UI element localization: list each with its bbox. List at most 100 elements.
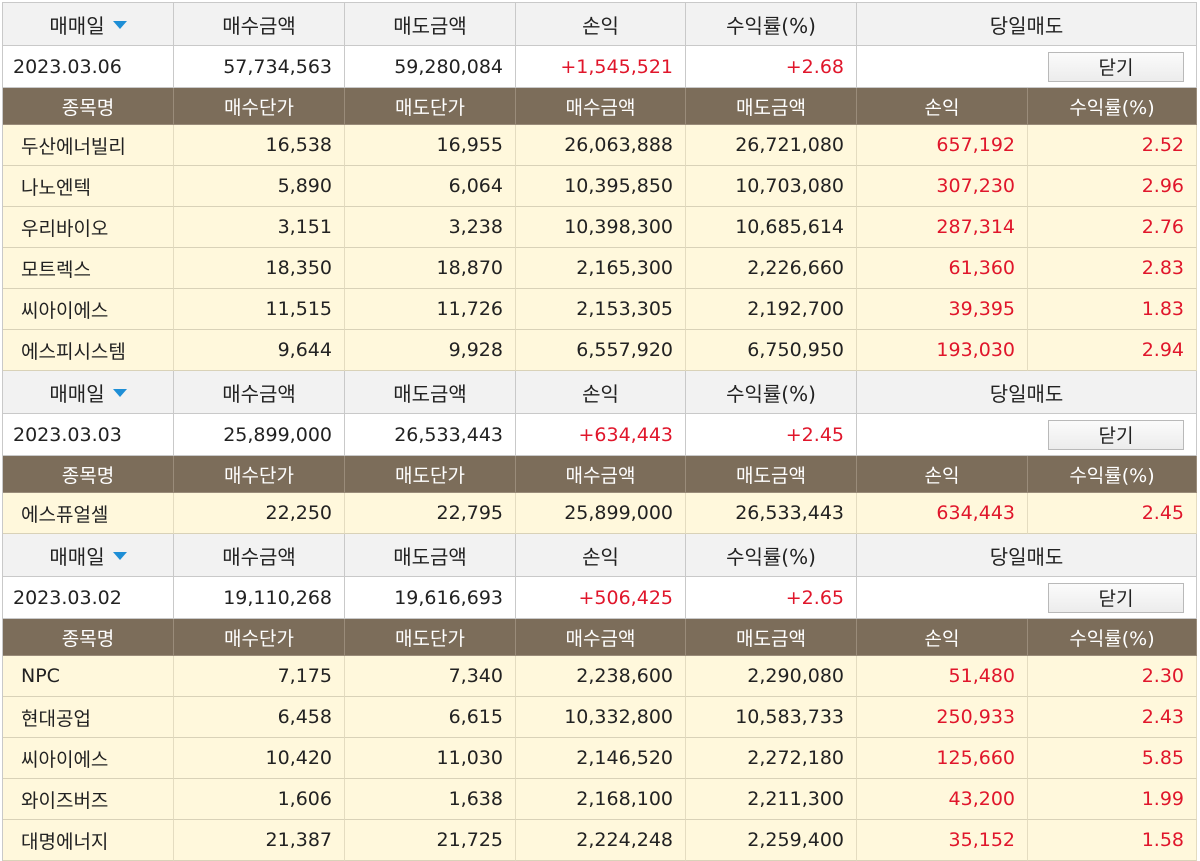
table-row[interactable]: 대명에너지 21,387 21,725 2,224,248 2,259,400 35,15…: [3, 820, 1197, 861]
column-header-sell-price: 매도단가: [345, 619, 516, 656]
stock-name: 모트렉스: [3, 248, 174, 289]
buy-amount: 10,395,850: [516, 166, 686, 207]
same-day-sell-header: 당일매도: [857, 534, 1197, 577]
buy-price: 3,151: [174, 207, 345, 248]
table-row[interactable]: 씨아이에스 11,515 11,726 2,153,305 2,192,700 39,39…: [3, 289, 1197, 330]
return-rate: 5.85: [1028, 738, 1197, 779]
summary-profit: +506,425: [516, 577, 686, 619]
stock-name: 두산에너빌리: [3, 125, 174, 166]
triangle-down-icon[interactable]: [112, 389, 127, 397]
column-header-buy-price: 매수단가: [174, 619, 345, 656]
sell-amount: 10,703,080: [686, 166, 857, 207]
profit: 307,230: [857, 166, 1028, 207]
sell-price: 22,795: [345, 493, 516, 534]
column-header-sell-price: 매도단가: [345, 88, 516, 125]
profit: 193,030: [857, 330, 1028, 371]
sell-amount: 2,259,400: [686, 820, 857, 861]
group-header-row: 매매일 매수금액 매도금액 손익 수익률(%) 당일매도: [3, 3, 1197, 46]
sort-label-wrap[interactable]: 매매일: [49, 541, 127, 570]
summary-buy-amount: 25,899,000: [174, 414, 345, 456]
profit: 43,200: [857, 779, 1028, 820]
return-rate-header-label: 수익률(%): [726, 381, 816, 406]
same-day-sell-header: 당일매도: [857, 3, 1197, 46]
profit: 51,480: [857, 656, 1028, 697]
buy-amount: 26,063,888: [516, 125, 686, 166]
sell-amount: 2,290,080: [686, 656, 857, 697]
table-row[interactable]: 두산에너빌리 16,538 16,955 26,063,888 26,721,080 65…: [3, 125, 1197, 166]
buy-amount-header-label: 매수금액: [222, 381, 296, 406]
column-header-sell-amount: 매도금액: [686, 88, 857, 125]
buy-amount: 6,557,920: [516, 330, 686, 371]
column-header-row: 종목명 매수단가 매도단가 매수금액 매도금액 손익 수익률(%): [3, 456, 1197, 493]
triangle-down-icon[interactable]: [112, 21, 127, 29]
trade-history-table: 매매일 매수금액 매도금액 손익 수익률(%) 당일매도 2023.03.06 57,734,…: [2, 2, 1197, 861]
sell-price: 6,064: [345, 166, 516, 207]
sort-date-header[interactable]: 매매일: [3, 3, 174, 46]
summary-return-rate: +2.45: [686, 414, 857, 456]
profit-header-label: 손익: [582, 544, 619, 569]
summary-return-rate: +2.68: [686, 46, 857, 88]
buy-price: 21,387: [174, 820, 345, 861]
column-header-return-rate: 수익률(%): [1028, 456, 1197, 493]
close-button[interactable]: 닫기: [1048, 419, 1184, 450]
sell-amount-header-label: 매도금액: [393, 544, 467, 569]
buy-amount: 2,165,300: [516, 248, 686, 289]
stock-name: 에스피시스템: [3, 330, 174, 371]
profit: 125,660: [857, 738, 1028, 779]
column-header-name: 종목명: [3, 456, 174, 493]
profit: 634,443: [857, 493, 1028, 534]
column-header-buy-amount: 매수금액: [516, 456, 686, 493]
close-button[interactable]: 닫기: [1048, 582, 1184, 613]
sell-amount-header-label: 매도금액: [393, 13, 467, 38]
return-rate: 2.76: [1028, 207, 1197, 248]
summary-action-cell: 닫기: [857, 46, 1197, 88]
column-header-return-rate: 수익률(%): [1028, 619, 1197, 656]
same-day-sell-label: 당일매도: [989, 381, 1064, 406]
column-header-name: 종목명: [3, 88, 174, 125]
table-row[interactable]: NPC 7,175 7,340 2,238,600 2,290,080 51,480 2.3…: [3, 656, 1197, 697]
sort-date-header[interactable]: 매매일: [3, 534, 174, 577]
summary-profit: +634,443: [516, 414, 686, 456]
sell-amount-header: 매도금액: [345, 534, 516, 577]
table-row[interactable]: 모트렉스 18,350 18,870 2,165,300 2,226,660 61,360…: [3, 248, 1197, 289]
buy-price: 6,458: [174, 697, 345, 738]
same-day-sell-header: 당일매도: [857, 371, 1197, 414]
sell-amount-header-label: 매도금액: [393, 381, 467, 406]
return-rate: 2.96: [1028, 166, 1197, 207]
table-row[interactable]: 에스피시스템 9,644 9,928 6,557,920 6,750,950 193,03…: [3, 330, 1197, 371]
sort-label-wrap[interactable]: 매매일: [49, 378, 127, 407]
profit-header-label: 손익: [582, 13, 619, 38]
table-row[interactable]: 우리바이오 3,151 3,238 10,398,300 10,685,614 287,3…: [3, 207, 1197, 248]
table-row[interactable]: 현대공업 6,458 6,615 10,332,800 10,583,733 250,93…: [3, 697, 1197, 738]
sell-amount: 2,192,700: [686, 289, 857, 330]
sell-amount-header: 매도금액: [345, 371, 516, 414]
buy-amount-header: 매수금액: [174, 3, 345, 46]
table-row[interactable]: 나노엔텍 5,890 6,064 10,395,850 10,703,080 307,23…: [3, 166, 1197, 207]
triangle-down-icon[interactable]: [112, 552, 127, 560]
column-header-profit: 손익: [857, 619, 1028, 656]
sell-price: 6,615: [345, 697, 516, 738]
column-header-buy-amount: 매수금액: [516, 88, 686, 125]
sort-label-wrap[interactable]: 매매일: [49, 10, 127, 39]
sell-amount: 26,533,443: [686, 493, 857, 534]
buy-amount: 2,238,600: [516, 656, 686, 697]
stock-name: NPC: [3, 656, 174, 697]
close-button[interactable]: 닫기: [1048, 51, 1184, 82]
buy-amount-header-label: 매수금액: [222, 13, 296, 38]
summary-sell-amount: 19,616,693: [345, 577, 516, 619]
table-row[interactable]: 와이즈버즈 1,606 1,638 2,168,100 2,211,300 43,200 1…: [3, 779, 1197, 820]
sort-date-header[interactable]: 매매일: [3, 371, 174, 414]
sell-amount-header: 매도금액: [345, 3, 516, 46]
column-header-sell-amount: 매도금액: [686, 619, 857, 656]
profit: 250,933: [857, 697, 1028, 738]
summary-action-cell: 닫기: [857, 577, 1197, 619]
same-day-sell-label: 당일매도: [989, 13, 1064, 38]
table-row[interactable]: 에스퓨얼셀 22,250 22,795 25,899,000 26,533,443 634…: [3, 493, 1197, 534]
table-row[interactable]: 씨아이에스 10,420 11,030 2,146,520 2,272,180 125,6…: [3, 738, 1197, 779]
buy-amount: 10,398,300: [516, 207, 686, 248]
sell-amount: 26,721,080: [686, 125, 857, 166]
sell-amount: 10,583,733: [686, 697, 857, 738]
sell-price: 9,928: [345, 330, 516, 371]
summary-date: 2023.03.02: [3, 577, 174, 619]
same-day-sell-label: 당일매도: [989, 544, 1064, 569]
